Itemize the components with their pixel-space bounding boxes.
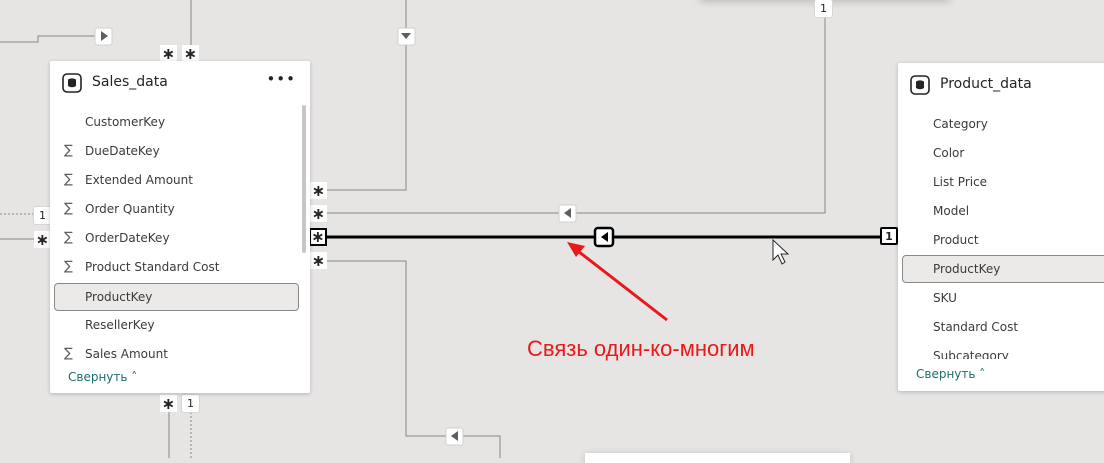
field-item[interactable]: Category xyxy=(902,111,1104,137)
sigma-icon: ∑ xyxy=(64,230,73,245)
field-item[interactable]: Standard Cost xyxy=(902,314,1104,340)
sigma-icon: ∑ xyxy=(64,172,73,187)
field-item[interactable]: ∑ Order Quantity xyxy=(54,196,298,222)
direction-marker-down[interactable] xyxy=(397,27,416,46)
field-item[interactable]: Model xyxy=(902,198,1104,224)
table-title: Sales_data xyxy=(92,74,168,90)
table-database-icon xyxy=(910,75,930,95)
scrollbar[interactable] xyxy=(302,105,306,253)
table-title: Product_data xyxy=(940,76,1032,92)
cardinality-one-badge: 1 xyxy=(182,395,199,412)
sales-data-table[interactable]: Sales_data ••• CustomerKey ∑ DueDateKey ∑… xyxy=(50,61,310,393)
table-header[interactable]: Sales_data ••• xyxy=(50,61,310,105)
field-item[interactable]: List Price xyxy=(902,169,1104,195)
cardinality-many-badge-selected: ∗ xyxy=(309,228,327,246)
cardinality-many-badge: ∗ xyxy=(182,43,199,63)
chevron-up-icon: ˄ xyxy=(979,367,986,381)
field-item[interactable]: Color xyxy=(902,140,1104,166)
field-list[interactable]: Category Color List Price Model Product … xyxy=(898,111,1104,359)
field-item[interactable]: ∑ Extended Amount xyxy=(54,167,298,193)
mouse-cursor-icon xyxy=(772,238,790,265)
field-item[interactable]: ∑ Product Standard Cost xyxy=(54,254,298,280)
cardinality-many-badge: ∗ xyxy=(310,180,327,200)
field-item[interactable]: ∑ OrderDateKey xyxy=(54,225,298,251)
cardinality-many-badge: ∗ xyxy=(310,203,327,223)
table-header[interactable]: Product_data xyxy=(898,63,1104,107)
field-list[interactable]: CustomerKey ∑ DueDateKey ∑ Extended Amount… xyxy=(50,109,310,365)
field-item[interactable]: CustomerKey xyxy=(54,109,298,135)
cardinality-many-badge: ∗ xyxy=(160,393,177,413)
field-item[interactable]: SKU xyxy=(902,285,1104,311)
annotation-label: Связь один-ко-многим xyxy=(527,336,755,361)
more-icon[interactable]: ••• xyxy=(266,70,296,88)
cardinality-one-badge: 1 xyxy=(34,207,51,224)
sigma-icon: ∑ xyxy=(64,346,73,361)
table-database-icon xyxy=(62,73,82,93)
direction-marker-mid[interactable] xyxy=(558,204,577,223)
field-item[interactable]: ∑ Sales Amount xyxy=(54,341,298,365)
sigma-icon: ∑ xyxy=(64,143,73,158)
collapse-link[interactable]: Свернуть ˄ xyxy=(916,367,985,381)
cardinality-many-badge: ∗ xyxy=(34,229,51,249)
cardinality-one-badge-selected: 1 xyxy=(880,227,898,245)
partial-card-bottom xyxy=(585,453,850,463)
field-item-selected[interactable]: ProductKey xyxy=(54,283,299,311)
product-data-table[interactable]: Product_data Category Color List Price M… xyxy=(898,63,1104,391)
collapse-link[interactable]: Свернуть ˄ xyxy=(68,370,137,384)
field-item-selected[interactable]: ProductKey xyxy=(902,255,1104,283)
direction-marker-selected[interactable] xyxy=(593,226,615,248)
cardinality-many-badge: ∗ xyxy=(310,250,327,270)
direction-marker-top[interactable] xyxy=(94,27,113,46)
cardinality-one-badge: 1 xyxy=(815,0,832,17)
sigma-icon: ∑ xyxy=(64,259,73,274)
sigma-icon: ∑ xyxy=(64,201,73,216)
chevron-up-icon: ˄ xyxy=(131,370,138,384)
direction-marker-bottom[interactable] xyxy=(445,427,464,446)
field-item[interactable]: ∑ DueDateKey xyxy=(54,138,298,164)
cardinality-many-badge: ∗ xyxy=(160,43,177,63)
field-item[interactable]: Subcategory xyxy=(902,343,1104,359)
field-item[interactable]: Product xyxy=(902,227,1104,253)
field-item[interactable]: ResellerKey xyxy=(54,312,298,338)
